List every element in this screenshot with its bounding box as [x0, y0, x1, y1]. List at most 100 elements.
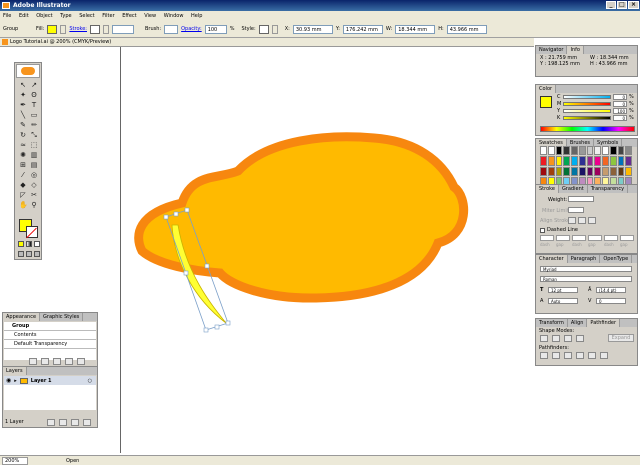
- line-tool-icon[interactable]: ╲: [19, 111, 27, 119]
- appearance-item-group[interactable]: Group: [4, 322, 96, 331]
- menu-edit[interactable]: Edit: [19, 13, 29, 19]
- swatch[interactable]: [571, 156, 578, 166]
- color-fill-preview[interactable]: [540, 96, 552, 108]
- merge-icon[interactable]: [564, 352, 572, 359]
- channel-k-slider[interactable]: [563, 116, 611, 120]
- live-paint-selection-tool-icon[interactable]: ◇: [30, 181, 38, 189]
- menu-effect[interactable]: Effect: [122, 13, 136, 19]
- channel-m-slider[interactable]: [563, 102, 611, 106]
- new-layer-icon[interactable]: [71, 419, 79, 426]
- stroke-color-box[interactable]: [26, 226, 38, 239]
- slice-tool-icon[interactable]: ◸: [19, 191, 27, 199]
- lasso-tool-icon[interactable]: ʘ: [30, 91, 38, 99]
- gradient-mode-icon[interactable]: [26, 241, 32, 247]
- opacity-field[interactable]: 100: [204, 24, 227, 34]
- scissors-tool-icon[interactable]: ✂: [30, 191, 38, 199]
- screen-mode-full-icon[interactable]: [34, 251, 40, 257]
- channel-y-slider[interactable]: [563, 109, 611, 113]
- swatch[interactable]: [547, 156, 555, 166]
- stroke-label[interactable]: Stroke:: [69, 26, 87, 32]
- outline-icon[interactable]: [588, 352, 596, 359]
- intersect-icon[interactable]: [564, 335, 572, 342]
- channel-c-value[interactable]: 0: [613, 94, 627, 100]
- weight-field[interactable]: [568, 196, 594, 202]
- miter-limit-field[interactable]: [568, 207, 584, 213]
- selection-handle[interactable]: [163, 214, 169, 220]
- style-dropdown[interactable]: [271, 24, 278, 34]
- selection-handle[interactable]: [173, 211, 179, 217]
- appearance-reduce-icon[interactable]: [53, 358, 61, 365]
- gap-field[interactable]: [588, 235, 602, 241]
- selection-handle[interactable]: [225, 320, 231, 326]
- appearance-duplicate-icon[interactable]: [65, 358, 73, 365]
- appearance-clear-icon[interactable]: [41, 358, 49, 365]
- y-field[interactable]: 176.242 mm: [342, 24, 383, 34]
- hand-tool-icon[interactable]: ✋: [19, 201, 28, 209]
- document-tab[interactable]: Logo Tutorial.ai @ 200% (CMYK/Preview): [0, 38, 534, 47]
- type-tool-icon[interactable]: T: [30, 101, 38, 109]
- appearance-item-contents[interactable]: Contents: [4, 331, 96, 340]
- swatch[interactable]: [555, 146, 563, 156]
- align-center-icon[interactable]: [568, 217, 576, 224]
- tab-transform[interactable]: Transform: [536, 319, 568, 327]
- channel-y-value[interactable]: 100: [613, 108, 627, 114]
- warp-tool-icon[interactable]: ≈: [19, 141, 27, 149]
- exclude-icon[interactable]: [576, 335, 584, 342]
- gap-field[interactable]: [620, 235, 634, 241]
- swatch[interactable]: [555, 156, 563, 166]
- visibility-eye-icon[interactable]: ◉: [6, 377, 11, 384]
- tab-info[interactable]: Info: [567, 46, 584, 54]
- tab-graphic-styles[interactable]: Graphic Styles: [40, 313, 84, 321]
- leading-field[interactable]: (14.4 pt): [596, 287, 626, 293]
- fill-swatch[interactable]: [47, 24, 58, 34]
- channel-k-value[interactable]: 0: [613, 115, 627, 121]
- selection-handle[interactable]: [204, 263, 210, 269]
- swatch[interactable]: [602, 166, 609, 176]
- screen-mode-full-menu-icon[interactable]: [26, 251, 32, 257]
- swatch[interactable]: [540, 166, 547, 176]
- zoom-field[interactable]: 200%: [2, 457, 28, 465]
- tab-opentype[interactable]: OpenType: [600, 255, 633, 263]
- tab-align[interactable]: Align: [568, 319, 588, 327]
- selection-handle[interactable]: [203, 327, 209, 333]
- selection-handle[interactable]: [184, 207, 190, 213]
- tab-navigator[interactable]: Navigator: [536, 46, 568, 54]
- make-clipping-mask-icon[interactable]: [47, 419, 55, 426]
- blend-tool-icon[interactable]: ◎: [30, 171, 38, 179]
- channel-c-slider[interactable]: [563, 95, 611, 99]
- tab-color[interactable]: Color: [536, 85, 557, 93]
- align-outside-icon[interactable]: [588, 217, 596, 224]
- menu-filter[interactable]: Filter: [102, 13, 114, 19]
- swatch[interactable]: [617, 146, 625, 156]
- swatch[interactable]: [586, 156, 594, 166]
- zoom-tool-icon[interactable]: ⚲: [30, 201, 38, 209]
- dash-field[interactable]: [572, 235, 586, 241]
- opacity-label[interactable]: Opacity:: [181, 26, 202, 32]
- tab-layers[interactable]: Layers: [3, 367, 27, 375]
- new-sublayer-icon[interactable]: [59, 419, 67, 426]
- tab-pathfinder[interactable]: Pathfinder: [587, 319, 621, 327]
- swatch[interactable]: [578, 166, 586, 176]
- artboard-canvas[interactable]: [120, 47, 534, 455]
- tab-character[interactable]: Character: [536, 255, 568, 263]
- swatch[interactable]: [609, 156, 617, 166]
- swatch[interactable]: [617, 166, 625, 176]
- appearance-new-fill-icon[interactable]: [29, 358, 37, 365]
- x-field[interactable]: 30.93 mm: [292, 24, 333, 34]
- delete-layer-icon[interactable]: [83, 419, 91, 426]
- appearance-delete-icon[interactable]: [77, 358, 85, 365]
- dash-field[interactable]: [604, 235, 618, 241]
- close-icon[interactable]: ×: [628, 1, 639, 9]
- style-swatch[interactable]: [258, 24, 269, 34]
- minus-back-icon[interactable]: [600, 352, 608, 359]
- selection-handle[interactable]: [214, 324, 220, 330]
- unite-icon[interactable]: [540, 335, 548, 342]
- swatch[interactable]: [609, 166, 617, 176]
- menu-window[interactable]: Window: [164, 13, 184, 19]
- swatch[interactable]: [571, 166, 578, 176]
- screen-mode-standard-icon[interactable]: [18, 251, 24, 257]
- free-transform-tool-icon[interactable]: ⬚: [30, 141, 38, 149]
- symbol-sprayer-tool-icon[interactable]: ✺: [19, 151, 27, 159]
- expand-arrow-icon[interactable]: ▸: [14, 378, 17, 384]
- pen-tool-icon[interactable]: ✒: [19, 101, 27, 109]
